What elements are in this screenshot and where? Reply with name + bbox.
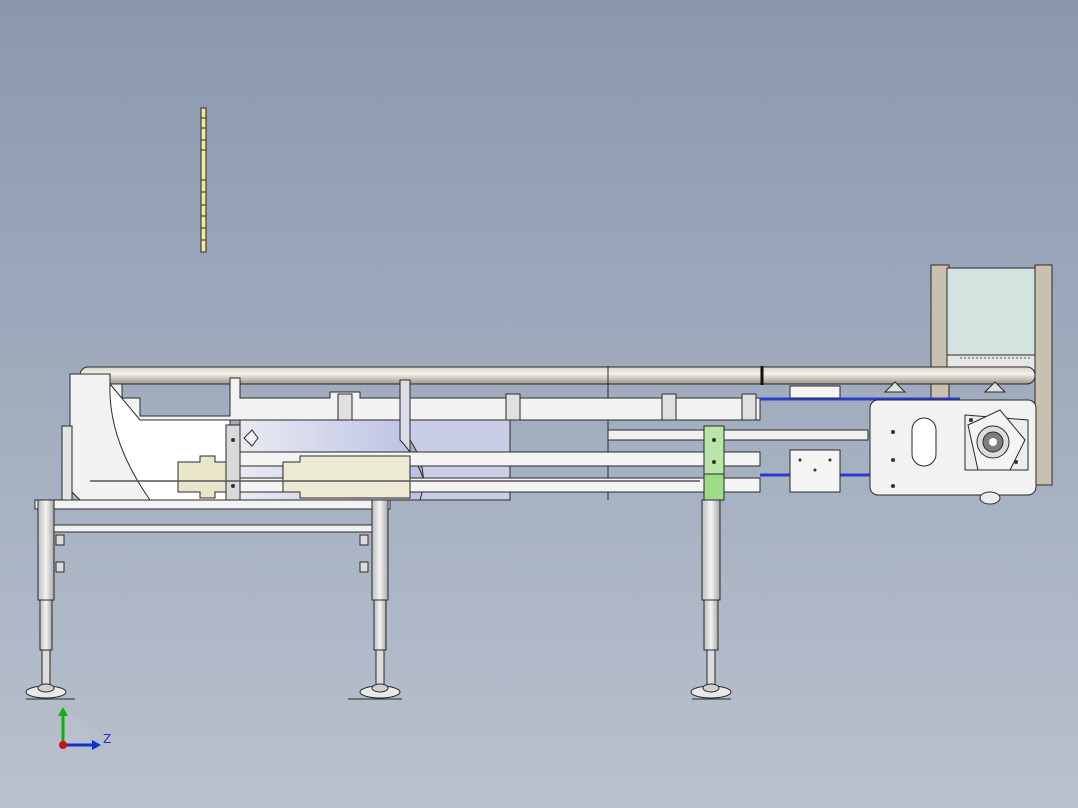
stand: [34, 499, 721, 687]
gauge-strip: [200, 107, 207, 253]
green-bracket: [703, 425, 725, 501]
triad-z-label: Z: [103, 732, 112, 746]
assembly-drawing: [25, 107, 1053, 750]
cad-viewport[interactable]: Z: [0, 0, 1078, 808]
leveling-foot-icon: [25, 683, 732, 700]
conveyor-frame: [61, 373, 869, 504]
coordinate-triad-icon: [58, 707, 101, 750]
